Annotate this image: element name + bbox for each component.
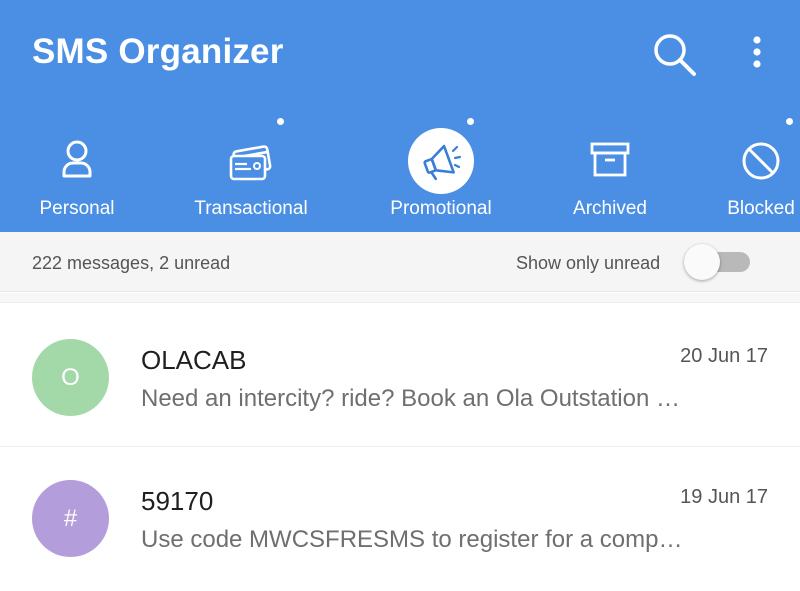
tab-label: Promotional	[390, 198, 492, 219]
tab-blocked[interactable]: Blocked	[716, 118, 800, 232]
tab-label: Personal	[39, 198, 115, 219]
search-button[interactable]	[650, 30, 700, 80]
message-count: 222 messages, 2 unread	[32, 253, 231, 273]
tab-label: Blocked	[727, 198, 795, 219]
archive-box-icon	[590, 142, 630, 177]
tab-label: Transactional	[194, 198, 308, 219]
card-icon	[229, 145, 272, 181]
message-row[interactable]: O OLACAB 20 Jun 17 Need an intercity? ri…	[0, 305, 800, 447]
unread-dot	[277, 118, 284, 125]
tab-label: Archived	[573, 198, 647, 219]
tab-archived[interactable]: Archived	[555, 118, 665, 232]
tab-transactional[interactable]: Transactional	[186, 118, 316, 232]
message-row[interactable]: # 59170 19 Jun 17 Use code MWCSFRESMS to…	[0, 448, 800, 591]
app-bar: SMS Organizer Personal Transactional Pro…	[0, 0, 800, 232]
category-tabs: Personal Transactional Promotional Archi…	[0, 118, 800, 232]
search-icon	[654, 34, 696, 76]
avatar: O	[32, 339, 109, 416]
list-spacer	[0, 293, 800, 303]
more-options-button[interactable]	[744, 34, 770, 74]
tab-personal[interactable]: Personal	[17, 118, 137, 232]
sender-name: 59170	[141, 486, 214, 516]
megaphone-icon	[423, 144, 462, 181]
tab-promotional[interactable]: Promotional	[381, 118, 501, 232]
toggle-knob	[684, 244, 720, 280]
message-date: 19 Jun 17	[680, 486, 768, 508]
app-title: SMS Organizer	[32, 32, 284, 71]
show-only-unread-toggle[interactable]	[684, 244, 750, 280]
avatar: #	[32, 480, 109, 557]
block-icon	[742, 142, 780, 180]
unread-dot	[786, 118, 793, 125]
message-preview: Need an intercity? ride? Book an Ola Out…	[141, 385, 680, 412]
more-vert-icon	[753, 36, 761, 68]
message-preview: Use code MWCSFRESMS to register for a co…	[141, 526, 683, 553]
sender-name: OLACAB	[141, 345, 247, 375]
person-icon	[62, 140, 92, 178]
unread-dot	[467, 118, 474, 125]
summary-bar: 222 messages, 2 unread Show only unread	[0, 232, 800, 292]
show-only-unread-label: Show only unread	[516, 253, 661, 273]
message-date: 20 Jun 17	[680, 345, 768, 367]
